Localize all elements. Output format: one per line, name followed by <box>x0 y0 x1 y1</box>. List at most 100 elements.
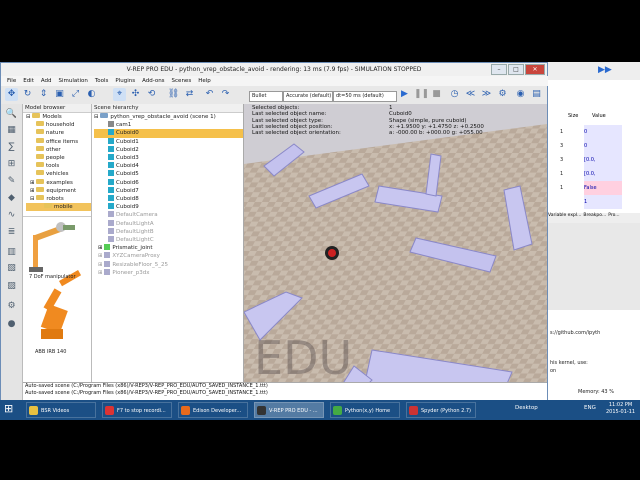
taskbar-item[interactable]: Python(x,y) Home <box>330 402 400 418</box>
page-icon[interactable]: ▨ <box>5 280 18 292</box>
engine-select[interactable]: Bullet <box>249 91 283 102</box>
redo-icon[interactable]: ↷ <box>219 88 232 101</box>
tab-breakpoints[interactable]: Breakpo... <box>583 213 606 223</box>
tree-item[interactable]: nature <box>26 129 91 137</box>
tree-item[interactable]: DefaultLightC <box>94 236 243 244</box>
toggle-visualization-icon[interactable]: ◉ <box>514 88 527 101</box>
tree-item[interactable]: ⊞ ResizableFloor_5_25 <box>94 260 243 269</box>
tree-item[interactable]: ⊞ Prismatic_joint <box>94 244 243 252</box>
tree-item[interactable]: office items <box>26 137 91 146</box>
desktop-toolbar[interactable]: Desktop <box>515 405 538 411</box>
tree-item[interactable]: Cuboid9 <box>94 203 243 211</box>
language-indicator[interactable]: ENG <box>584 405 596 411</box>
taskbar-item[interactable]: Edison Developer... <box>178 402 248 418</box>
tree-item[interactable]: people <box>26 154 91 162</box>
threaded-render-icon[interactable]: ⚙ <box>496 88 509 101</box>
tree-item-selected[interactable]: Cuboid0 <box>94 129 243 138</box>
tree-item[interactable]: ⊟ Models <box>26 113 91 121</box>
tree-item[interactable]: Cuboid6 <box>94 178 243 187</box>
object-rotate-icon[interactable]: ⟲ <box>145 88 158 101</box>
zoom-icon[interactable]: 🔍 <box>5 108 18 120</box>
model-browser-icon[interactable]: ▥ <box>5 246 18 258</box>
settings-icon[interactable]: ⚙ <box>5 300 18 312</box>
tree-item[interactable]: cam1 <box>94 121 243 129</box>
select-icon[interactable]: ⌖ <box>113 88 126 101</box>
tree-item[interactable]: ⊞ Pioneer_p3dx <box>94 268 243 277</box>
tree-item[interactable]: ⊞ equipment <box>26 186 91 195</box>
stop-icon[interactable]: ■ <box>430 88 443 101</box>
tree-item[interactable]: Cuboid3 <box>94 154 243 162</box>
play-icon[interactable]: ▶ <box>398 88 411 101</box>
tree-item[interactable]: DefaultCamera <box>94 211 243 219</box>
properties-icon[interactable]: ▦ <box>5 124 18 136</box>
tree-item[interactable]: ⊟ robots <box>26 195 91 203</box>
layers-icon[interactable]: ≣ <box>5 226 18 238</box>
ipython-console: s://github.com/ipyth his kernel, use: on… <box>548 310 640 400</box>
start-icon[interactable]: ⊞ <box>4 403 16 415</box>
camera-rotate-icon[interactable]: ↻ <box>21 88 34 101</box>
minimize-button[interactable]: – <box>491 64 507 75</box>
tree-item[interactable]: Cuboid1 <box>94 137 243 146</box>
taskbar-item[interactable]: Spyder (Python 2.7) <box>406 402 476 418</box>
menu-simulation[interactable]: Simulation <box>59 76 88 86</box>
assemble-icon[interactable]: ⛓ <box>167 88 180 101</box>
close-button[interactable]: ✕ <box>525 64 545 75</box>
menu-plugins[interactable]: Plugins <box>115 76 135 86</box>
tree-item[interactable]: Cuboid7 <box>94 186 243 195</box>
collections-icon[interactable]: ⊞ <box>5 158 18 170</box>
tree-item-selected[interactable]: mobile <box>26 203 91 212</box>
tree-item[interactable]: household <box>26 121 91 129</box>
window-controls: – □ ✕ <box>491 64 545 75</box>
camera-view-icon[interactable]: ▣ <box>53 88 66 101</box>
tree-item[interactable]: Cuboid5 <box>94 170 243 178</box>
tab-variable-explorer[interactable]: Variable expl... <box>548 213 581 223</box>
paths-icon[interactable]: ∿ <box>5 209 18 221</box>
scene-root[interactable]: ⊟ python_vrep_obstacle_avoid (scene 1) <box>94 113 243 121</box>
calculation-icon[interactable]: ∑ <box>5 141 18 153</box>
timestep-select[interactable]: dt=50 ms (default) <box>333 91 397 102</box>
fit-view-icon[interactable]: ⤢ <box>69 88 82 101</box>
camera-pan-icon[interactable]: ✥ <box>5 88 18 101</box>
manipulator-thumbnail[interactable] <box>23 217 91 391</box>
taskbar-item[interactable]: BSR Videos <box>26 402 96 418</box>
menu-edit[interactable]: Edit <box>23 76 34 86</box>
tree-item[interactable]: Cuboid8 <box>94 195 243 203</box>
accuracy-select[interactable]: Accurate (default) <box>283 91 333 102</box>
taskbar-item-active[interactable]: V-REP PRO EDU - ... <box>254 402 324 418</box>
tree-item[interactable]: other <box>26 145 91 154</box>
tree-item[interactable]: Cuboid4 <box>94 162 243 170</box>
scene-viewport[interactable]: EDU Selected objects: Last selected obje… <box>244 104 547 390</box>
pause-icon[interactable]: ❚❚ <box>414 88 429 101</box>
menu-tools[interactable]: Tools <box>95 76 109 86</box>
tree-item[interactable]: DefaultLightB <box>94 227 243 236</box>
scripts-icon[interactable]: ✎ <box>5 175 18 187</box>
maximize-button[interactable]: □ <box>508 64 524 75</box>
undo-icon[interactable]: ↶ <box>203 88 216 101</box>
menu-help[interactable]: Help <box>198 76 211 86</box>
shapes-icon[interactable]: ◆ <box>5 192 18 204</box>
run-icon[interactable]: ▶▶ <box>598 65 612 75</box>
scene-hierarchy-icon[interactable]: ▧ <box>5 262 18 274</box>
record-icon[interactable]: ● <box>5 318 18 330</box>
camera-shift-icon[interactable]: ⇕ <box>37 88 50 101</box>
tree-item[interactable]: vehicles <box>26 170 91 178</box>
scene-icon[interactable]: ▤ <box>530 88 543 101</box>
tree-item[interactable]: DefaultLightA <box>94 219 243 228</box>
camera-angle-icon[interactable]: ◐ <box>85 88 98 101</box>
tree-item[interactable]: Cuboid2 <box>94 145 243 154</box>
taskbar-item[interactable]: F7 to stop recordi... <box>102 402 172 418</box>
menu-scenes[interactable]: Scenes <box>172 76 192 86</box>
tab-profiler[interactable]: Pro... <box>608 213 619 223</box>
clock[interactable]: 11:02 PM 2015-01-11 <box>606 402 635 416</box>
faster-icon[interactable]: ≫ <box>480 88 493 101</box>
slower-icon[interactable]: ≪ <box>464 88 477 101</box>
menu-add[interactable]: Add <box>41 76 52 86</box>
tree-item[interactable]: ⊞ XYZCameraProxy <box>94 252 243 260</box>
realtime-icon[interactable]: ◷ <box>448 88 461 101</box>
tree-item[interactable]: tools <box>26 162 91 170</box>
transfer-dna-icon[interactable]: ⇄ <box>183 88 196 101</box>
menu-addons[interactable]: Add-ons <box>142 76 164 86</box>
object-shift-icon[interactable]: ✣ <box>129 88 142 101</box>
tree-item[interactable]: ⊞ examples <box>26 178 91 187</box>
menu-file[interactable]: File <box>7 76 16 86</box>
